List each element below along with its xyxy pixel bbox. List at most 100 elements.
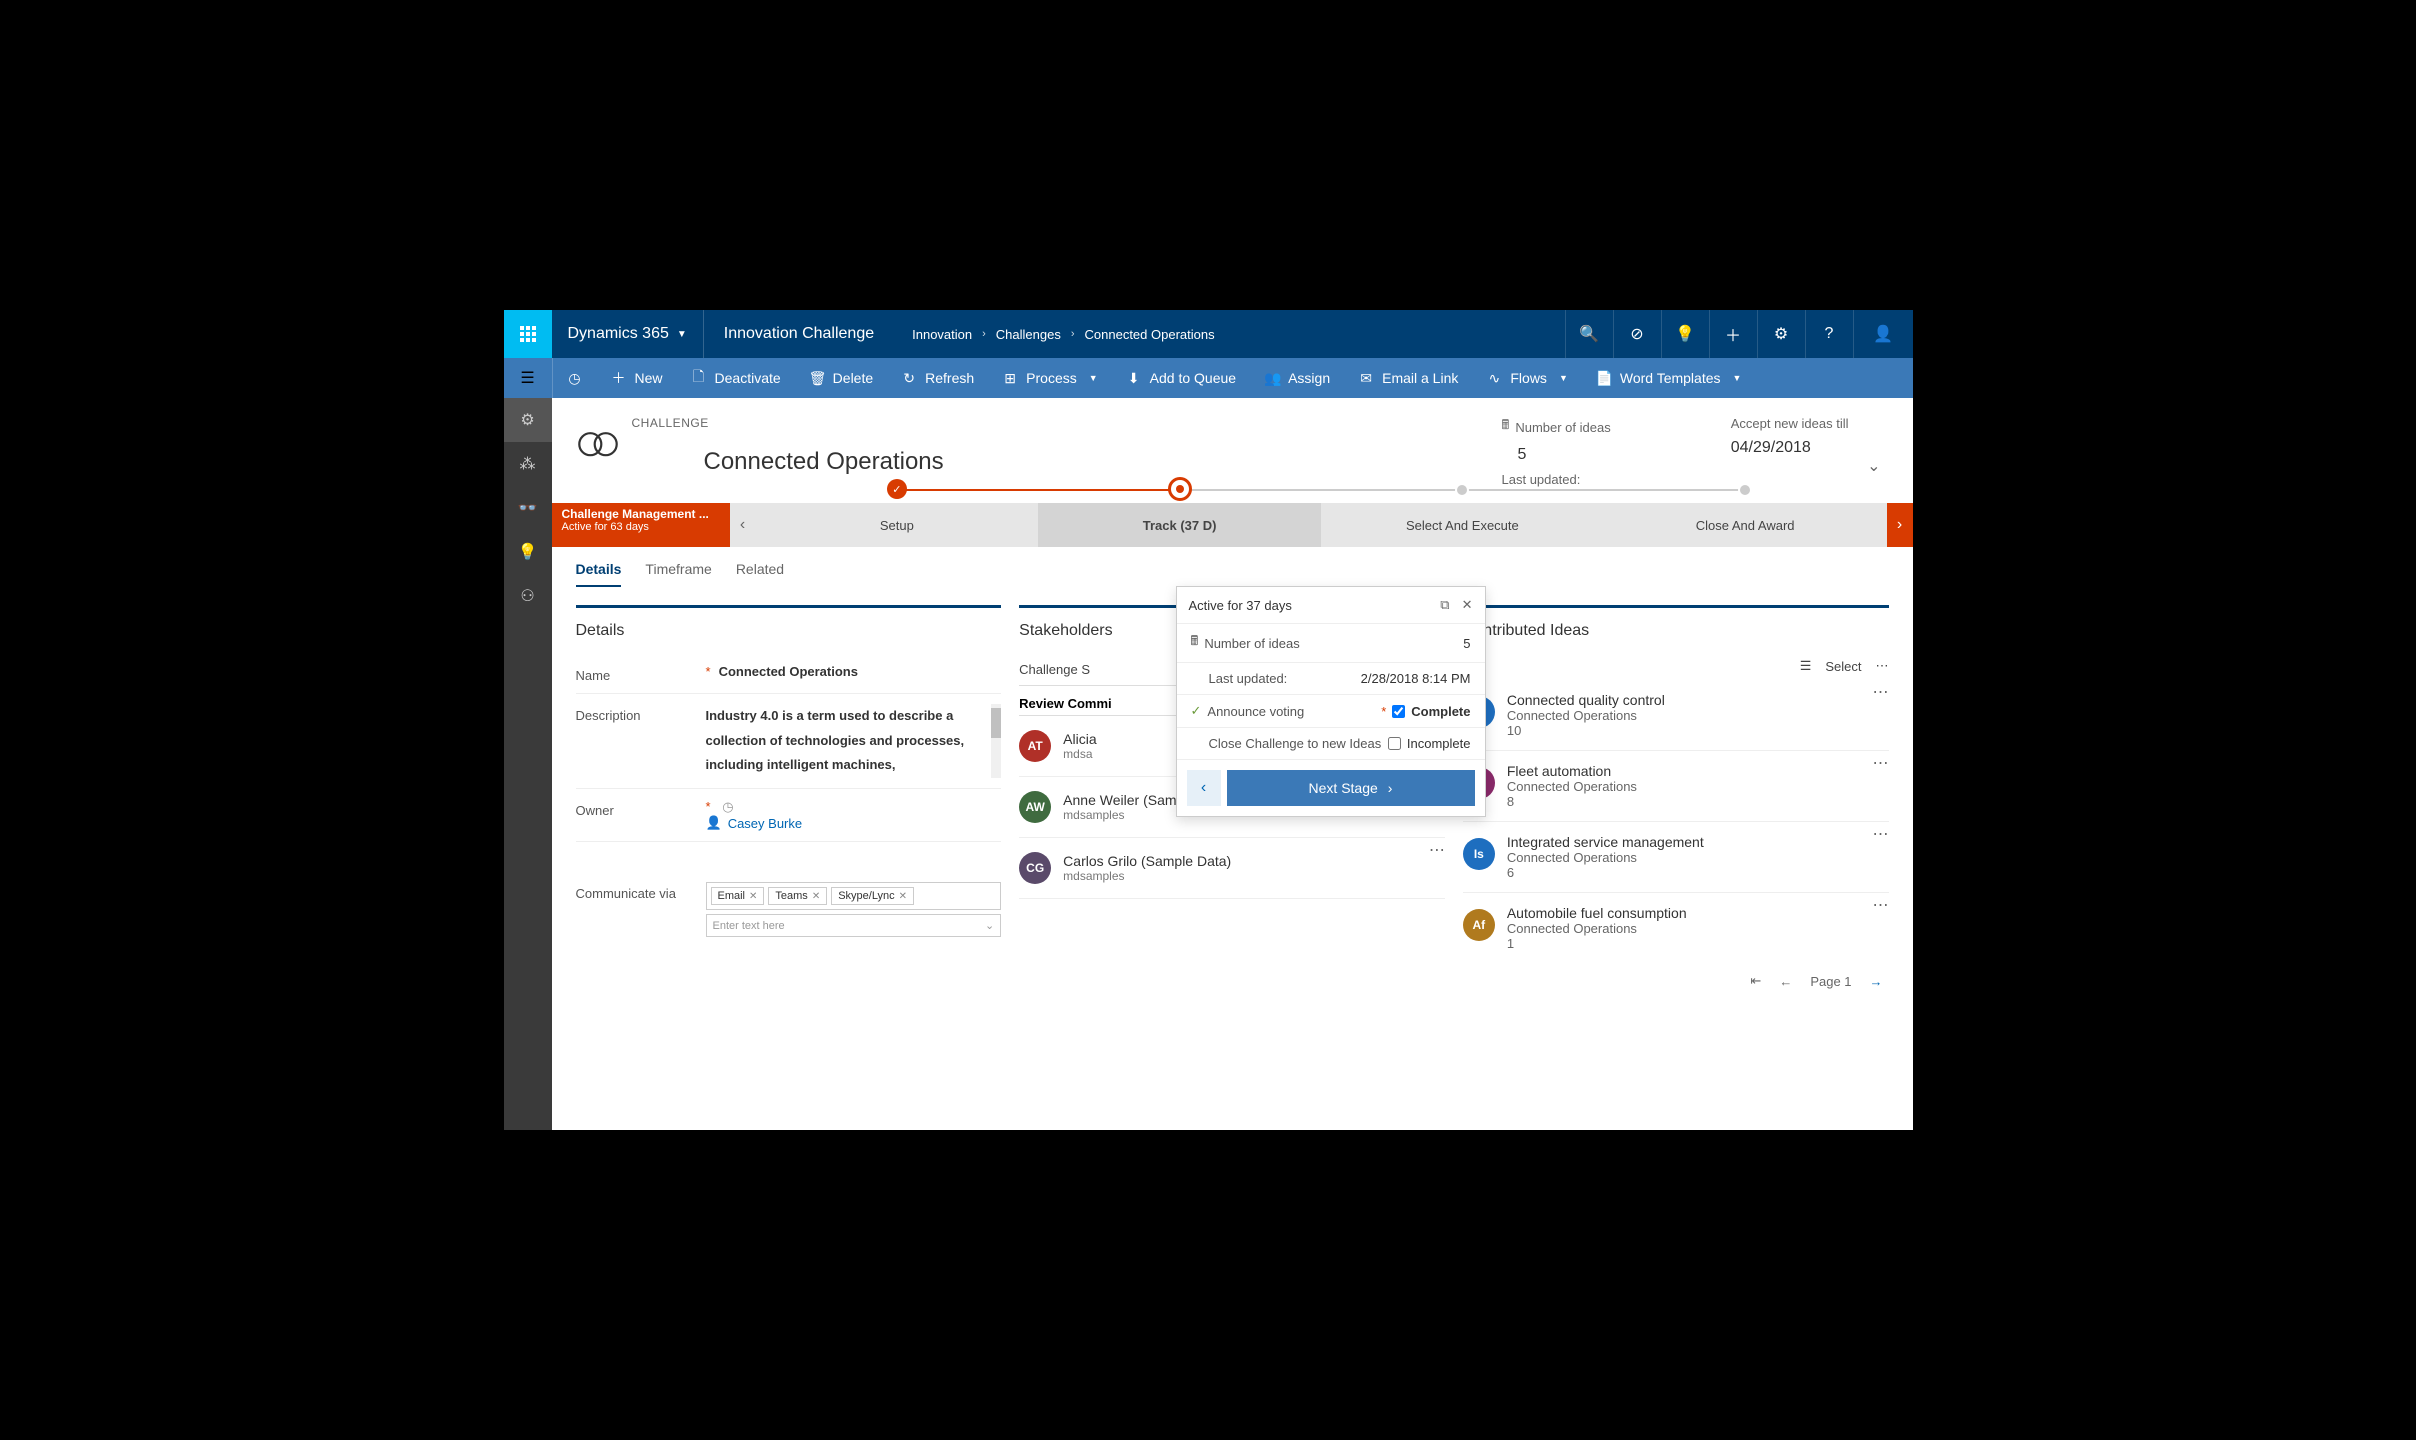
gear-icon: ⚙ xyxy=(1774,324,1788,344)
row-more-button[interactable]: ⋯ xyxy=(1873,753,1889,773)
nav-item-4[interactable]: 💡 xyxy=(504,530,552,574)
tab-related[interactable]: Related xyxy=(736,561,784,587)
remove-chip-icon[interactable]: ✕ xyxy=(899,891,907,902)
chip-email[interactable]: Email✕ xyxy=(711,887,765,905)
page-title: Connected Operations xyxy=(680,430,968,494)
row-more-button[interactable]: ⋯ xyxy=(1429,840,1445,860)
breadcrumb-item[interactable]: Innovation xyxy=(912,327,972,342)
announce-checkbox[interactable] xyxy=(1392,705,1405,718)
help-button[interactable]: ? xyxy=(1805,310,1853,358)
add-button[interactable]: ＋ xyxy=(1709,310,1757,358)
header-expand-button[interactable]: ⌄ xyxy=(1867,456,1880,476)
chevron-down-icon: ⌄ xyxy=(985,919,994,932)
row-more-button[interactable]: ⋯ xyxy=(1873,682,1889,702)
flyout-close-row[interactable]: Close Challenge to new Ideas Incomplete xyxy=(1177,727,1485,759)
name-input[interactable]: *Connected Operations xyxy=(706,664,1002,683)
settings-button[interactable]: ⚙ xyxy=(1757,310,1805,358)
chevron-right-icon: › xyxy=(1897,516,1902,534)
idea-row[interactable]: Af Automobile fuel consumptionConnected … xyxy=(1463,893,1889,963)
communicate-chips[interactable]: Email✕ Teams✕ Skype/Lync✕ xyxy=(706,882,1002,910)
chevron-down-icon: ▼ xyxy=(1559,373,1568,383)
word-templates-button[interactable]: 📄Word Templates▼ xyxy=(1582,358,1756,398)
required-indicator: * xyxy=(706,799,711,814)
pager-prev-button[interactable]: ← xyxy=(1779,974,1792,989)
select-button[interactable]: Select xyxy=(1825,659,1861,674)
email-link-button[interactable]: ✉Email a Link xyxy=(1344,358,1472,398)
required-indicator: * xyxy=(706,664,711,679)
row-more-button[interactable]: ⋯ xyxy=(1873,895,1889,915)
bpf-stage-track[interactable]: Track (37 D) xyxy=(1038,503,1321,547)
binoculars-icon: 👓 xyxy=(518,498,538,518)
challenge-icon xyxy=(576,420,620,464)
chip-text-input[interactable]: Enter text here⌄ xyxy=(706,914,1002,937)
search-button[interactable]: 🔍 xyxy=(1565,310,1613,358)
delete-button[interactable]: 🗑Delete xyxy=(795,358,887,398)
avatar: CG xyxy=(1019,852,1051,884)
bpf-stage-setup[interactable]: ✓ Setup xyxy=(756,503,1039,547)
chip-skype[interactable]: Skype/Lync✕ xyxy=(831,887,914,905)
task-button[interactable]: ⊘ xyxy=(1613,310,1661,358)
flyout-footer: ‹ Next Stage› xyxy=(1177,759,1485,816)
flows-button[interactable]: ∿Flows▼ xyxy=(1472,358,1581,398)
queue-icon: ⬇ xyxy=(1126,370,1142,387)
nav-item-2[interactable]: ⁂ xyxy=(504,442,552,486)
nav-toggle-button[interactable]: ☰ xyxy=(504,358,552,398)
stakeholder-row[interactable]: CG Carlos Grilo (Sample Data)mdsamples ⋯ xyxy=(1019,838,1445,899)
bpf-stage-select[interactable]: Select And Execute xyxy=(1321,503,1604,547)
description-input[interactable]: Industry 4.0 is a term used to describe … xyxy=(706,704,1002,778)
flyout-back-button[interactable]: ‹ xyxy=(1187,770,1221,806)
scrollbar[interactable] xyxy=(991,704,1001,778)
idea-badge: Af xyxy=(1463,909,1495,941)
chevron-right-icon: › xyxy=(1388,780,1393,796)
deactivate-button[interactable]: 🗋Deactivate xyxy=(677,358,795,398)
breadcrumb-item[interactable]: Challenges xyxy=(996,327,1061,342)
assign-button[interactable]: 👥Assign xyxy=(1250,358,1344,398)
queue-button[interactable]: ⬇Add to Queue xyxy=(1112,358,1250,398)
product-switcher[interactable]: Dynamics 365 ▼ xyxy=(552,325,703,343)
tab-details[interactable]: Details xyxy=(576,561,622,587)
flyout-header: Active for 37 days ⧉ ✕ xyxy=(1177,587,1485,623)
new-button[interactable]: ＋New xyxy=(597,358,677,398)
app-launcher-button[interactable] xyxy=(504,310,552,358)
chevron-left-icon: ‹ xyxy=(740,516,745,534)
bpf-next-button[interactable]: › xyxy=(1887,503,1913,547)
popout-button[interactable]: ⧉ xyxy=(1440,597,1449,613)
process-button[interactable]: ⊞Process▼ xyxy=(988,358,1112,398)
account-button[interactable]: 👤 xyxy=(1853,310,1913,358)
chip-teams[interactable]: Teams✕ xyxy=(768,887,827,905)
close-checkbox[interactable] xyxy=(1388,737,1401,750)
nav-item-5[interactable]: ⚇ xyxy=(504,574,552,618)
nav-item-1[interactable]: ⚙ xyxy=(504,398,552,442)
pager-first-button[interactable]: ⇤ xyxy=(1750,973,1761,989)
bpf-stage-close[interactable]: Close And Award xyxy=(1604,503,1887,547)
refresh-icon: ↻ xyxy=(901,370,917,387)
pager-next-button[interactable]: → xyxy=(1870,974,1883,989)
idea-badge: Is xyxy=(1463,838,1495,870)
breadcrumb-item[interactable]: Connected Operations xyxy=(1085,327,1215,342)
row-more-button[interactable]: ⋯ xyxy=(1873,824,1889,844)
more-button[interactable]: ⋯ xyxy=(1876,658,1889,674)
close-button[interactable]: ✕ xyxy=(1462,597,1473,613)
description-field: Description Industry 4.0 is a term used … xyxy=(576,694,1002,789)
bpf-status-chip[interactable]: Challenge Management ... Active for 63 d… xyxy=(552,503,730,547)
chevron-right-icon: › xyxy=(982,328,986,340)
tab-timeframe[interactable]: Timeframe xyxy=(645,561,711,587)
remove-chip-icon[interactable]: ✕ xyxy=(749,891,757,902)
idea-row[interactable]: Fa Fleet automationConnected Operations8… xyxy=(1463,751,1889,822)
idea-row[interactable]: Is Integrated service managementConnecte… xyxy=(1463,822,1889,893)
bpf-prev-button[interactable]: ‹ xyxy=(730,503,756,547)
remove-chip-icon[interactable]: ✕ xyxy=(812,891,820,902)
refresh-button[interactable]: ↻Refresh xyxy=(887,358,988,398)
check-icon: ✓ xyxy=(1191,703,1202,719)
product-name-label: Dynamics 365 xyxy=(568,325,669,343)
header-field-ideas: 🖩Number of ideas 5 Last updated: xyxy=(1502,416,1611,495)
owner-lookup[interactable]: * ◷ 👤Casey Burke xyxy=(706,799,1002,831)
idea-row[interactable]: Cq Connected quality controlConnected Op… xyxy=(1463,680,1889,751)
help-tip-button[interactable]: 💡 xyxy=(1661,310,1709,358)
next-stage-button[interactable]: Next Stage› xyxy=(1227,770,1475,806)
flyout-announce-row[interactable]: ✓Announce voting * Complete xyxy=(1177,694,1485,727)
nav-item-3[interactable]: 👓 xyxy=(504,486,552,530)
trash-icon: 🗑 xyxy=(809,370,825,387)
recent-button[interactable]: ◷ xyxy=(552,358,597,398)
accept-date-value: 04/29/2018 xyxy=(1731,439,1849,457)
